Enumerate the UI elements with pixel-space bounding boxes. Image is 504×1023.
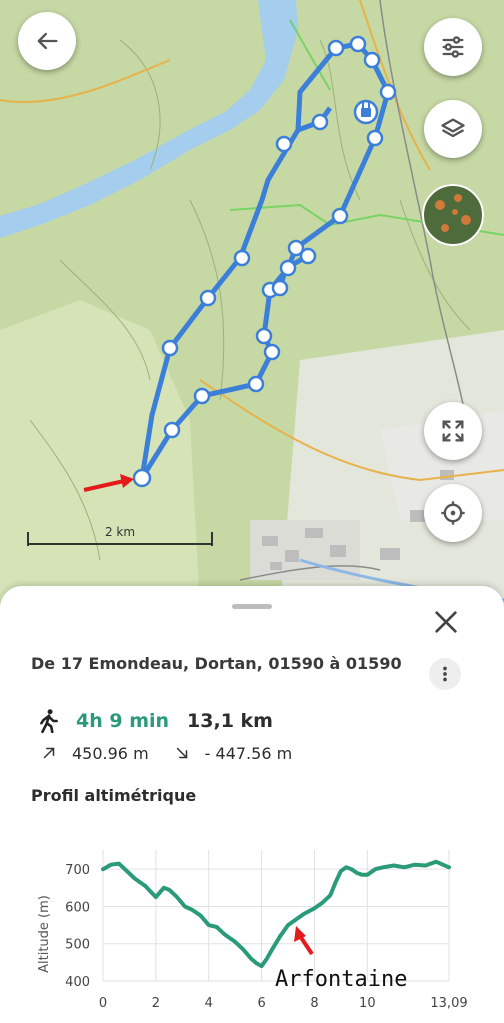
arrow-left-icon: [37, 32, 58, 50]
x-tick-label: 8: [310, 996, 318, 1011]
x-tick-label: 4: [205, 996, 213, 1011]
x-tick-label: 2: [152, 996, 160, 1011]
arrow-down-right-icon: [176, 747, 187, 759]
x-tick-label: 6: [257, 996, 265, 1011]
close-icon: [435, 611, 457, 633]
route-title: De 17 Emondeau, Dortan, 01590 à 01590: [31, 654, 402, 673]
crosshair-icon: [441, 501, 465, 525]
route-details-sheet: De 17 Emondeau, Dortan, 01590 à 01590 4h…: [0, 586, 504, 1023]
y-tick-label: 400: [65, 975, 90, 990]
filters-button[interactable]: [424, 18, 482, 76]
expand-icon: [442, 420, 464, 442]
sliders-icon: [442, 36, 464, 58]
y-tick-label: 600: [65, 900, 90, 915]
arrow-up-right-icon: [43, 747, 55, 759]
elevation-profile-chart[interactable]: 700 600 500 400 0 2 4 6 8 10 13,09 Altitude (m) A…: [0, 836, 504, 1023]
sheet-drag-handle[interactable]: [232, 604, 272, 609]
layers-button[interactable]: [424, 100, 482, 158]
y-tick-label: 500: [65, 938, 90, 953]
close-button[interactable]: [430, 606, 462, 638]
more-options-button[interactable]: [429, 658, 461, 690]
fullscreen-button[interactable]: [424, 402, 482, 460]
annotation-label: Arfontaine: [275, 967, 407, 992]
ascent-value: 450.96 m: [72, 743, 149, 763]
layers-icon: [441, 118, 465, 138]
x-tick-label: 13,09: [430, 996, 467, 1011]
x-tick-label: 10: [359, 996, 376, 1011]
basemap-thumbnail-button[interactable]: [422, 184, 484, 246]
y-axis-label: Altitude (m): [37, 895, 52, 973]
parking-marker-icon[interactable]: [353, 99, 379, 125]
y-tick-label: 700: [65, 863, 90, 878]
back-button[interactable]: [18, 12, 76, 70]
map-view[interactable]: 2 km: [0, 0, 504, 610]
annotation-arrow: [294, 926, 314, 956]
vertical-dots-icon: [443, 666, 447, 682]
route-distance: 13,1 km: [187, 710, 273, 732]
route-summary: 4h 9 min 13,1 km: [36, 706, 273, 736]
elevation-series-line: [101, 859, 451, 969]
locate-button[interactable]: [424, 484, 482, 542]
map-scale-label: 2 km: [105, 525, 135, 539]
walking-person-icon: [40, 709, 58, 734]
descent-value: - 447.56 m: [204, 743, 293, 763]
route-duration: 4h 9 min: [76, 710, 170, 732]
x-tick-label: 0: [99, 996, 107, 1011]
profile-section-title: Profil altimétrique: [31, 786, 197, 805]
elevation-summary: 450.96 m - 447.56 m: [40, 742, 292, 764]
